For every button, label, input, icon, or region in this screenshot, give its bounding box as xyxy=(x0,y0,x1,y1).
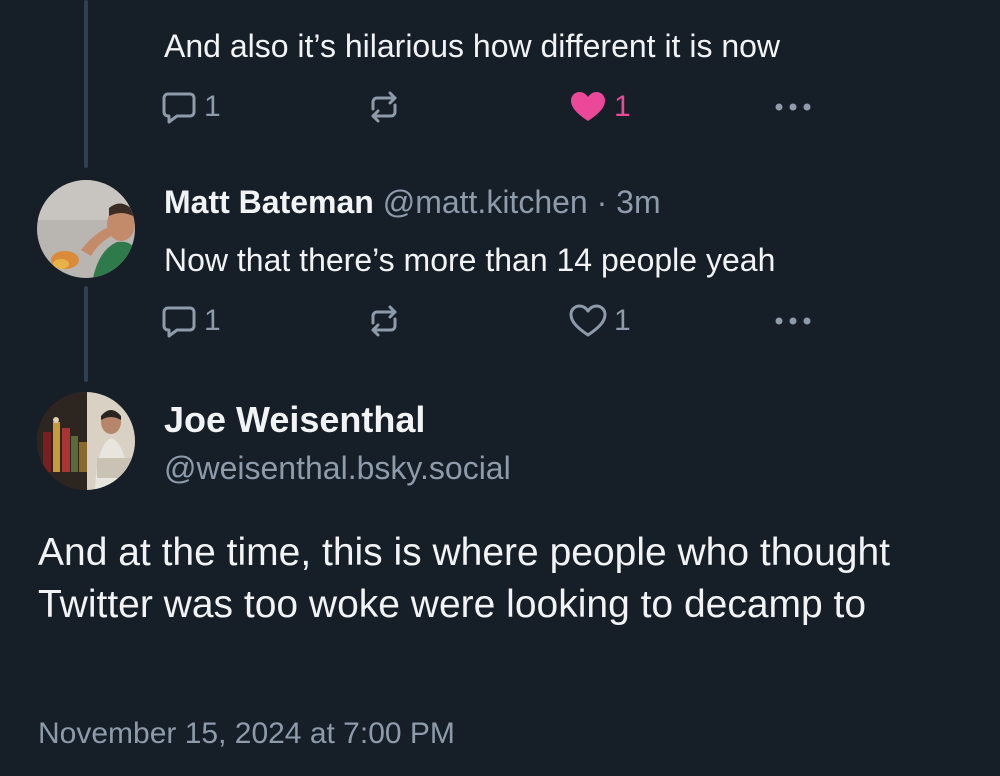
repost-button[interactable] xyxy=(364,87,404,127)
separator-dot: · xyxy=(587,184,617,220)
heart-icon xyxy=(568,301,608,341)
reply-post-actions: 1 1 xyxy=(160,301,820,341)
more-options-button[interactable] xyxy=(772,87,814,127)
main-post-text: And at the time, this is where people wh… xyxy=(38,531,891,626)
avatar-matt-bateman[interactable] xyxy=(37,180,135,278)
author-handle[interactable]: @matt.kitchen xyxy=(383,184,588,220)
like-button[interactable]: 1 xyxy=(568,87,631,127)
thread-connector-middle xyxy=(84,286,88,382)
repost-arrows-icon xyxy=(364,301,404,341)
horizontal-ellipsis-icon xyxy=(772,87,814,127)
repost-arrows-icon xyxy=(364,87,404,127)
avatar-joe-weisenthal[interactable] xyxy=(37,392,135,490)
reply-count: 1 xyxy=(204,304,221,337)
reply-post-header: Matt Bateman @matt.kitchen · 3m xyxy=(164,182,661,222)
speech-bubble-icon xyxy=(160,88,198,126)
main-author-handle[interactable]: @weisenthal.bsky.social xyxy=(164,448,511,488)
post-time[interactable]: 3m xyxy=(616,184,660,220)
like-count: 1 xyxy=(614,90,631,123)
previous-post-actions: 1 1 xyxy=(160,87,820,127)
author-name[interactable]: Matt Bateman xyxy=(164,184,374,220)
reply-button[interactable]: 1 xyxy=(160,301,221,341)
repost-button[interactable] xyxy=(364,301,404,341)
thread-connector-top xyxy=(84,0,88,168)
main-author-name[interactable]: Joe Weisenthal xyxy=(164,398,425,442)
more-options-button[interactable] xyxy=(772,301,814,341)
reply-count: 1 xyxy=(204,90,221,123)
like-count: 1 xyxy=(614,304,631,337)
speech-bubble-icon xyxy=(160,302,198,340)
post-timestamp: November 15, 2024 at 7:00 PM xyxy=(38,717,455,750)
previous-post-text: And also it’s hilarious how different it… xyxy=(164,28,781,64)
heart-icon xyxy=(568,87,608,127)
like-button[interactable]: 1 xyxy=(568,301,631,341)
thread-view: And also it’s hilarious how different it… xyxy=(0,0,1000,776)
reply-button[interactable]: 1 xyxy=(160,87,221,127)
horizontal-ellipsis-icon xyxy=(772,301,814,341)
reply-post-text: Now that there’s more than 14 people yea… xyxy=(164,242,776,278)
